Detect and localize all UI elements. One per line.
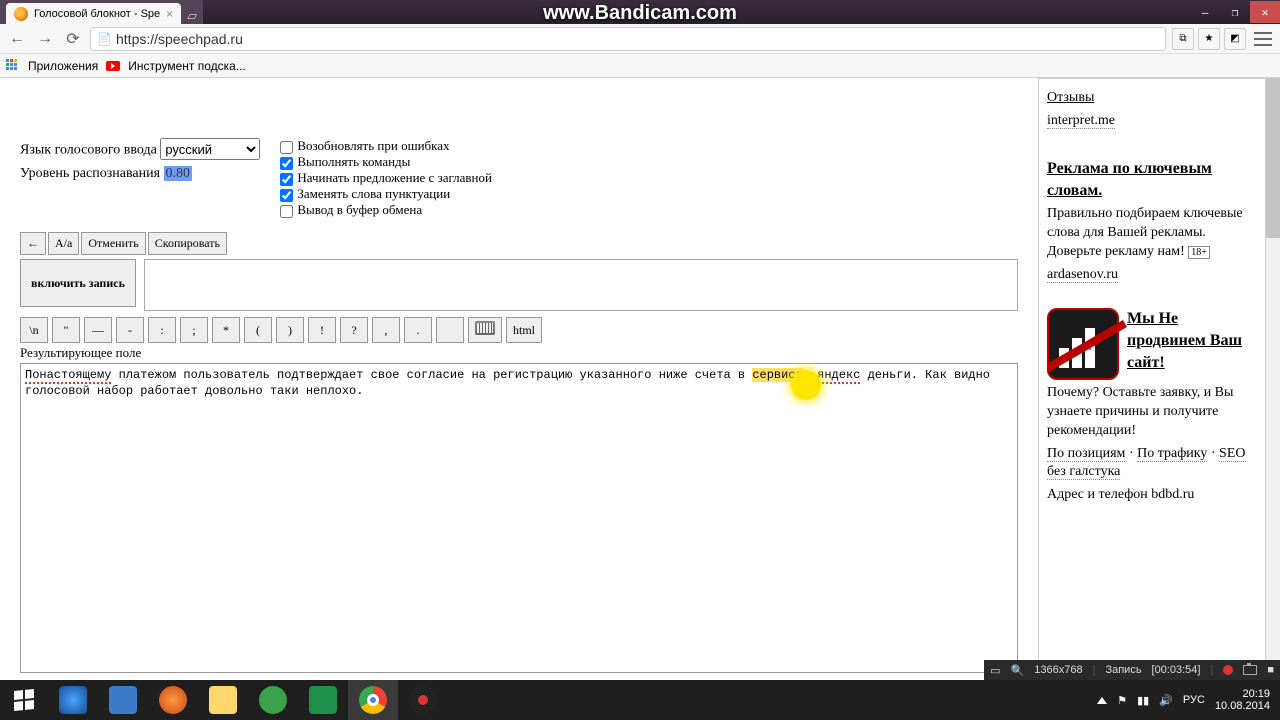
chk-capital[interactable]: Начинать предложение с заглавной — [280, 170, 492, 186]
sym-keyboard-button[interactable] — [468, 317, 502, 343]
lang-select[interactable]: русский — [160, 138, 260, 160]
lang-label: Язык голосового ввода — [20, 143, 157, 158]
bandicam-rec-label: Запись — [1105, 664, 1141, 676]
taskbar-chrome[interactable] — [348, 680, 398, 720]
ad1-text: Правильно подбираем ключевые слова для В… — [1047, 206, 1243, 259]
menu-button[interactable] — [1252, 28, 1274, 50]
sidebar: Отзывы interpret.me Реклама по ключевым … — [1038, 78, 1266, 680]
tray-overflow-icon[interactable] — [1097, 697, 1107, 704]
extension-star-icon[interactable]: ★ — [1198, 28, 1220, 50]
favicon-icon — [14, 7, 28, 21]
sym-ques-button[interactable]: ? — [340, 317, 368, 343]
ad1-age-badge: 18+ — [1188, 246, 1210, 259]
tray-network-icon[interactable]: ▮▮ — [1137, 694, 1149, 707]
bookmark-apps[interactable]: Приложения — [28, 59, 98, 73]
window-minimize-button[interactable]: — — [1190, 1, 1220, 23]
taskbar-bandicam[interactable] — [398, 680, 448, 720]
taskbar-app-1[interactable] — [48, 680, 98, 720]
address-bar[interactable]: 📄 https://speechpad.ru — [90, 27, 1166, 51]
edit-case-button[interactable]: A/a — [48, 232, 79, 255]
bandicam-resolution: 1366x768 — [1034, 664, 1082, 676]
ad1-title[interactable]: Реклама по ключевым словам. — [1047, 160, 1212, 199]
window-close-button[interactable]: ✕ — [1250, 1, 1280, 23]
chk-commands[interactable]: Выполнять команды — [280, 154, 492, 170]
level-value: 0.80 — [164, 166, 193, 181]
sym-dash-button[interactable]: — — [84, 317, 112, 343]
sym-quote-button[interactable]: " — [52, 317, 80, 343]
tray-volume-icon[interactable]: 🔊 — [1159, 694, 1173, 707]
sym-excl-button[interactable]: ! — [308, 317, 336, 343]
tray-lang[interactable]: РУС — [1183, 694, 1205, 706]
sym-newline-button[interactable]: \n — [20, 317, 48, 343]
ad2-icon: 321 — [1047, 308, 1119, 380]
cursor-highlight-icon — [791, 370, 821, 400]
taskbar-explorer[interactable] — [198, 680, 248, 720]
page-scrollbar[interactable] — [1266, 78, 1280, 680]
bookmark-tool[interactable]: Инструмент подска... — [128, 59, 246, 73]
taskbar-firefox[interactable] — [148, 680, 198, 720]
url-text: https://speechpad.ru — [116, 31, 243, 47]
tab-title: Голосовой блокнот - Spe — [34, 8, 160, 20]
bandicam-camera-icon[interactable] — [1243, 665, 1257, 675]
ad1-domain[interactable]: ardasenov.ru — [1047, 267, 1118, 283]
interim-textarea[interactable] — [144, 259, 1018, 311]
lock-icon: 📄 — [97, 32, 111, 46]
apps-icon[interactable] — [6, 59, 20, 73]
chk-clipboard[interactable]: Вывод в буфер обмена — [280, 202, 492, 218]
bandicam-stop-icon[interactable]: ■ — [1267, 664, 1274, 676]
sidebar-reviews-link[interactable]: Отзывы — [1047, 90, 1094, 105]
sidebar-interpret-link[interactable]: interpret.me — [1047, 113, 1115, 129]
sym-colon-button[interactable]: : — [148, 317, 176, 343]
bandicam-time: [00:03:54] — [1152, 664, 1201, 676]
sym-space-button[interactable] — [436, 317, 464, 343]
level-label: Уровень распознавания — [20, 166, 160, 181]
bandicam-lens-icon: 🔍 — [1011, 664, 1025, 677]
ad2-domain: Адрес и телефон bdbd.ru — [1047, 486, 1257, 505]
chk-replace[interactable]: Заменять слова пунктуации — [280, 186, 492, 202]
window-maximize-button[interactable]: ❐ — [1220, 1, 1250, 23]
sym-star-button[interactable]: * — [212, 317, 240, 343]
chk-resume[interactable]: Возобновлять при ошибках — [280, 138, 492, 154]
sym-lparen-button[interactable]: ( — [244, 317, 272, 343]
nav-reload-button[interactable]: ⟳ — [62, 28, 84, 50]
taskbar-excel[interactable] — [298, 680, 348, 720]
result-label: Результирующее поле — [20, 345, 1018, 361]
tab-close-icon[interactable]: × — [166, 7, 173, 21]
extension-diag-icon[interactable]: ◩ — [1224, 28, 1246, 50]
edit-undo-button[interactable]: Отменить — [81, 232, 145, 255]
nav-forward-button[interactable]: → — [34, 28, 56, 50]
start-button[interactable] — [0, 680, 48, 720]
bandicam-watermark: www.Bandicam.com — [543, 2, 737, 25]
ad2-traf-link[interactable]: По трафику — [1137, 446, 1207, 462]
edit-back-button[interactable]: ← — [20, 232, 46, 255]
sym-hyphen-button[interactable]: - — [116, 317, 144, 343]
nav-back-button[interactable]: ← — [6, 28, 28, 50]
sym-html-button[interactable]: html — [506, 317, 542, 343]
taskbar-app-2[interactable] — [98, 680, 148, 720]
sym-rparen-button[interactable]: ) — [276, 317, 304, 343]
record-button[interactable]: включить запись — [20, 259, 136, 307]
ad2-pos-link[interactable]: По позициям — [1047, 446, 1125, 462]
bandicam-screen-icon: ▭ — [990, 664, 1000, 677]
ad2-text: Почему? Оставьте заявку, и Вы узнаете пр… — [1047, 384, 1257, 441]
tray-clock[interactable]: 20:1910.08.2014 — [1215, 688, 1270, 712]
result-textarea[interactable]: Понастоящему платежом пользователь подтв… — [20, 363, 1018, 673]
edit-copy-button[interactable]: Скопировать — [148, 232, 227, 255]
extension-icon[interactable]: ⧉ — [1172, 28, 1194, 50]
keyboard-icon — [475, 321, 495, 335]
bandicam-record-icon[interactable] — [1223, 665, 1233, 675]
taskbar-app-green[interactable] — [248, 680, 298, 720]
sym-semicolon-button[interactable]: ; — [180, 317, 208, 343]
new-tab-button[interactable]: ▱ — [181, 8, 203, 24]
ad2-title[interactable]: Мы Не продвинем Ваш сайт! — [1127, 310, 1242, 371]
tray-flag-icon[interactable]: ⚑ — [1117, 694, 1127, 707]
youtube-icon[interactable] — [106, 61, 120, 71]
sym-comma-button[interactable]: , — [372, 317, 400, 343]
sym-dot-button[interactable]: . — [404, 317, 432, 343]
browser-tab[interactable]: Голосовой блокнот - Spe × — [6, 3, 181, 24]
